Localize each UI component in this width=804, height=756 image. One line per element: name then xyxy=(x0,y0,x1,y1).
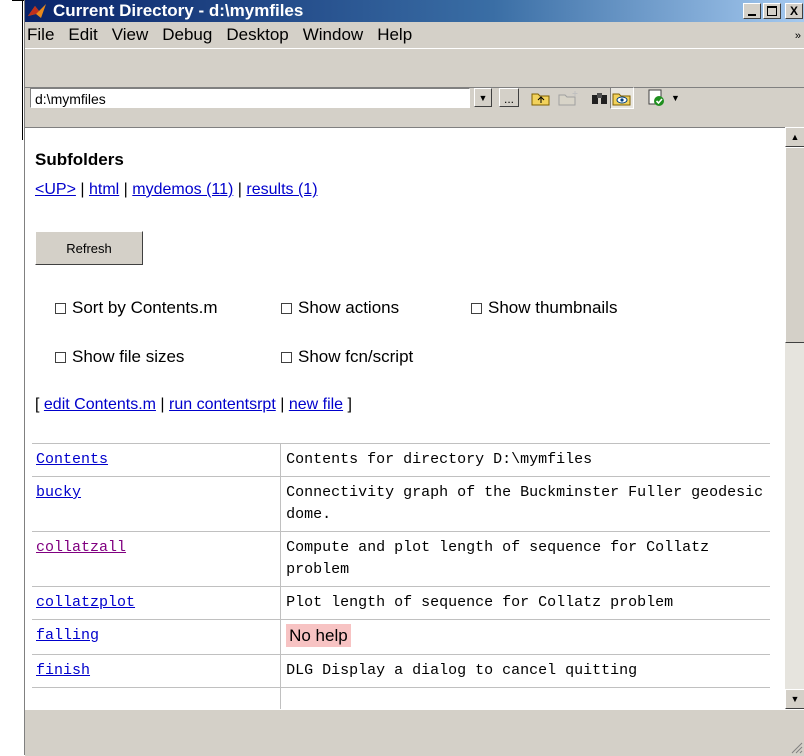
file-description: DLG Display a dialog to cancel quitting xyxy=(280,654,770,688)
eye-folder-svg xyxy=(612,93,631,106)
new-folder-svg xyxy=(558,91,578,106)
table-row xyxy=(32,687,770,710)
subfolder-link-results[interactable]: results (1) xyxy=(246,181,317,198)
bracket-close: ] xyxy=(347,396,352,413)
refresh-button[interactable]: Refresh xyxy=(35,231,143,265)
close-icon: X xyxy=(789,4,798,18)
separator: | xyxy=(280,396,289,413)
resize-grip-icon[interactable] xyxy=(789,740,803,754)
check-doc-svg xyxy=(648,89,664,106)
file-table: Contents Contents for directory D:\mymfi… xyxy=(32,443,770,710)
option-label: Show fcn/script xyxy=(298,347,414,366)
bracket-open: [ xyxy=(35,396,40,413)
minimize-icon xyxy=(748,14,756,16)
cursor-line xyxy=(22,0,23,140)
option-label: Sort by Contents.m xyxy=(72,298,218,317)
checkbox[interactable] xyxy=(471,302,482,314)
current-directory-input[interactable]: d:\mymfiles xyxy=(30,88,470,108)
option-show-fcn-script[interactable]: Show fcn/script xyxy=(281,347,413,367)
find-icon[interactable] xyxy=(588,87,612,109)
option-show-file-sizes[interactable]: Show file sizes xyxy=(55,347,184,367)
file-description: Contents for directory D:\mymfiles xyxy=(280,443,770,477)
menu-file[interactable]: File xyxy=(27,25,54,45)
file-description: Connectivity graph of the Buckminster Fu… xyxy=(280,476,770,532)
path-dropdown-button[interactable]: ▼ xyxy=(474,88,492,107)
table-row: falling No help xyxy=(32,619,770,655)
checkbox[interactable] xyxy=(55,351,66,363)
binoculars-svg xyxy=(592,93,607,104)
option-label: Show actions xyxy=(298,298,400,317)
file-link[interactable]: bucky xyxy=(36,484,81,501)
option-sort-by-contents[interactable]: Sort by Contents.m xyxy=(55,298,218,318)
checkbox[interactable] xyxy=(55,302,66,314)
new-folder-icon[interactable] xyxy=(557,87,581,109)
checkbox[interactable] xyxy=(281,351,292,363)
chevron-down-icon: ▼ xyxy=(478,92,488,103)
window-title: Current Directory - d:\mymfiles xyxy=(53,1,304,20)
file-link[interactable]: Contents xyxy=(36,451,108,468)
toolbar xyxy=(25,48,804,88)
table-row: collatzall Compute and plot length of se… xyxy=(32,531,770,587)
maximize-icon xyxy=(767,6,777,16)
checkbox[interactable] xyxy=(281,302,292,314)
view-options-icon[interactable] xyxy=(610,87,634,109)
new-file-link[interactable]: new file xyxy=(289,396,343,413)
option-label: Show thumbnails xyxy=(488,298,618,317)
menu-desktop[interactable]: Desktop xyxy=(226,25,288,45)
option-show-actions[interactable]: Show actions xyxy=(281,298,399,318)
file-link[interactable]: collatzall xyxy=(36,539,126,556)
file-link[interactable]: finish xyxy=(36,662,90,679)
option-label: Show file sizes xyxy=(72,347,185,366)
current-directory-window: Current Directory - d:\mymfiles X File E… xyxy=(24,0,804,756)
menu-help[interactable]: Help xyxy=(377,25,412,45)
table-row: collatzplot Plot length of sequence for … xyxy=(32,586,770,620)
action-links: [ edit Contents.m | run contentsrpt | ne… xyxy=(35,396,352,414)
menu-view[interactable]: View xyxy=(112,25,149,45)
arrow-up-icon: ▲ xyxy=(790,132,800,142)
no-help-badge: No help xyxy=(286,624,351,647)
scroll-down-button[interactable]: ▼ xyxy=(785,689,804,709)
arrow-down-icon: ▼ xyxy=(790,694,800,704)
separator: | xyxy=(80,181,89,198)
file-link[interactable]: collatzplot xyxy=(36,594,135,611)
menu-bar: File Edit View Debug Desktop Window Help… xyxy=(25,22,804,48)
option-show-thumbnails[interactable]: Show thumbnails xyxy=(471,298,617,318)
separator: | xyxy=(160,396,170,413)
subfolder-link-up[interactable]: <UP> xyxy=(35,181,76,198)
browse-button[interactable]: ... xyxy=(499,88,519,107)
contents-report-pane: Subfolders <UP> | html | mydemos (11) | … xyxy=(25,127,785,710)
menu-edit[interactable]: Edit xyxy=(68,25,97,45)
minimize-button[interactable] xyxy=(743,3,761,19)
scroll-up-button[interactable]: ▲ xyxy=(785,127,804,147)
status-bar xyxy=(25,709,804,756)
table-row: bucky Connectivity graph of the Buckmins… xyxy=(32,476,770,532)
run-contentsrpt-link[interactable]: run contentsrpt xyxy=(169,396,276,413)
maximize-button[interactable] xyxy=(763,3,781,19)
scrollbar-thumb[interactable] xyxy=(785,147,804,343)
subfolder-link-html[interactable]: html xyxy=(89,181,119,198)
subfolder-link-mydemos[interactable]: mydemos (11) xyxy=(132,181,233,198)
file-description: Compute and plot length of sequence for … xyxy=(280,531,770,587)
table-row: Contents Contents for directory D:\mymfi… xyxy=(32,443,770,477)
title-bar[interactable]: Current Directory - d:\mymfiles X xyxy=(25,0,804,22)
matlab-logo-icon xyxy=(28,4,46,18)
close-button[interactable]: X xyxy=(785,3,803,19)
menu-debug[interactable]: Debug xyxy=(162,25,212,45)
file-description: Plot length of sequence for Collatz prob… xyxy=(280,586,770,620)
vertical-scrollbar[interactable]: ▲ ▼ xyxy=(785,127,804,709)
up-folder-svg xyxy=(531,93,550,106)
subfolders-heading: Subfolders xyxy=(35,150,124,169)
double-chevron-icon[interactable]: » xyxy=(795,30,801,42)
menu-window[interactable]: Window xyxy=(303,25,363,45)
separator: | xyxy=(123,181,133,198)
run-check-icon[interactable] xyxy=(645,87,669,109)
file-link[interactable]: falling xyxy=(36,627,99,644)
edit-contents-link[interactable]: edit Contents.m xyxy=(44,396,156,413)
up-folder-icon[interactable] xyxy=(529,87,553,109)
subfolder-links: <UP> | html | mydemos (11) | results (1) xyxy=(35,181,318,199)
table-row: finish DLG Display a dialog to cancel qu… xyxy=(32,654,770,688)
run-check-dropdown-icon[interactable]: ▼ xyxy=(671,93,680,103)
